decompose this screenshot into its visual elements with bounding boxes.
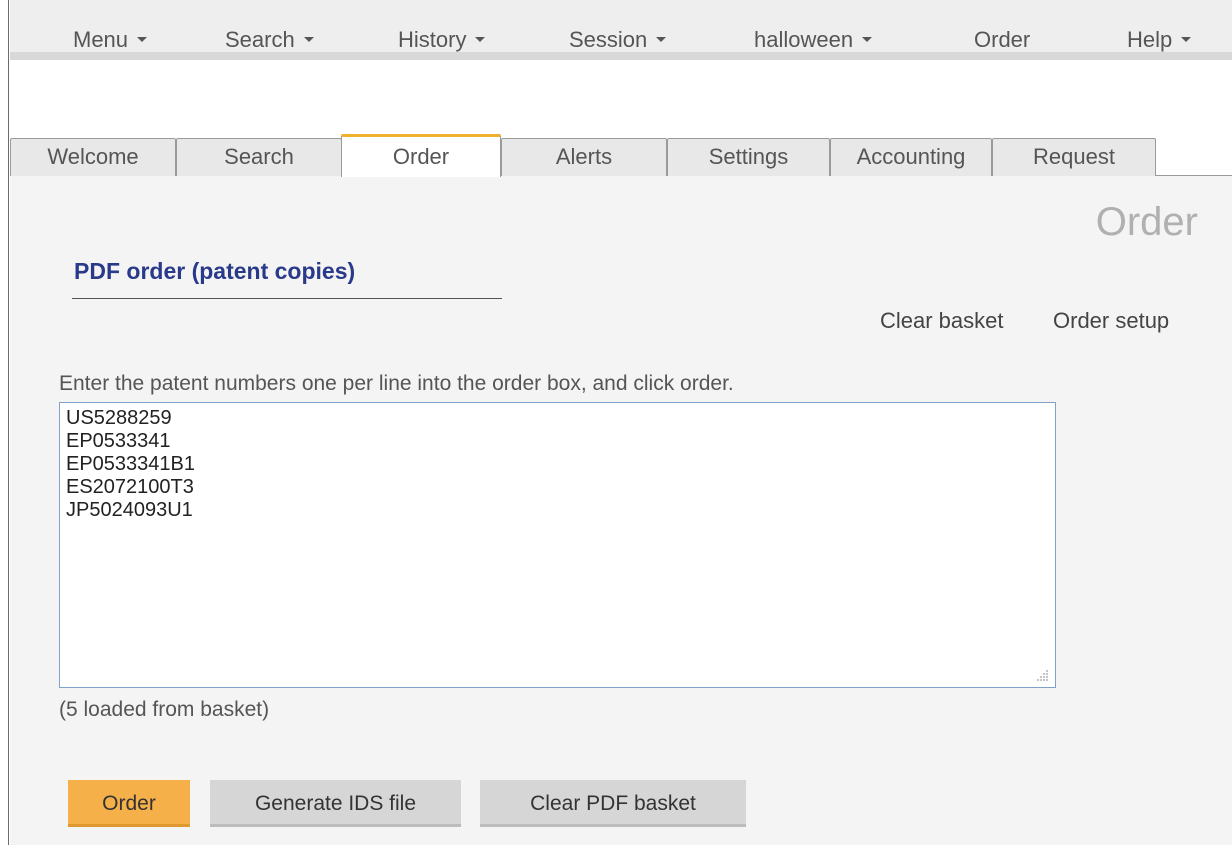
menu-item-label: History: [398, 27, 467, 52]
section-title: PDF order (patent copies): [74, 258, 356, 284]
menu-item-label: Menu: [73, 27, 129, 52]
tab-accounting[interactable]: Accounting: [830, 138, 992, 176]
resize-grip-icon[interactable]: [1037, 669, 1049, 681]
tab-alerts[interactable]: Alerts: [501, 138, 667, 176]
caret-down-icon: [862, 37, 873, 43]
top-menu-bar: Menu Search History Session halloween Or…: [10, 0, 1232, 68]
basket-loaded-note: (5 loaded from basket): [59, 698, 270, 721]
caret-down-icon: [656, 37, 667, 43]
tab-search[interactable]: Search: [176, 138, 342, 176]
order-line: EP0533341B1: [66, 453, 196, 475]
section-divider: [72, 298, 502, 299]
page-title: Order: [1095, 200, 1198, 244]
order-setup-link[interactable]: Order setup: [1053, 308, 1169, 334]
menu-item-label: Search: [225, 27, 295, 52]
tab-welcome[interactable]: Welcome: [10, 138, 176, 176]
order-panel: Order PDF order (patent copies) Clear ba…: [10, 176, 1232, 845]
order-line: EP0533341: [66, 430, 171, 452]
tab-request[interactable]: Request: [992, 138, 1156, 176]
menu-item-label: Order: [974, 27, 1031, 52]
order-button[interactable]: Order: [68, 780, 190, 827]
menu-item-menu[interactable]: Menu: [73, 27, 148, 53]
menu-item-help[interactable]: Help: [1127, 27, 1192, 53]
window-frame-left: [0, 0, 9, 845]
tab-bar: Welcome Search Order Alerts Settings Acc…: [10, 132, 1232, 177]
order-line: JP5024093U1: [66, 499, 193, 521]
patent-order-textarea[interactable]: US5288259 EP0533341 EP0533341B1 ES207210…: [59, 402, 1056, 688]
menu-item-history[interactable]: History: [398, 27, 486, 53]
menu-item-label: Session: [569, 27, 648, 52]
caret-down-icon: [303, 37, 314, 43]
menu-item-search[interactable]: Search: [225, 27, 314, 53]
caret-down-icon: [1181, 37, 1192, 43]
menu-item-halloween[interactable]: halloween: [754, 27, 873, 53]
menu-item-label: halloween: [754, 27, 854, 52]
order-line: ES2072100T3: [66, 476, 194, 498]
tab-settings[interactable]: Settings: [667, 138, 830, 176]
caret-down-icon: [137, 37, 148, 43]
generate-ids-button[interactable]: Generate IDS file: [210, 780, 461, 827]
order-line: US5288259: [66, 407, 172, 429]
menu-item-session[interactable]: Session: [569, 27, 667, 53]
tab-order[interactable]: Order: [341, 134, 501, 177]
menu-item-label: Help: [1127, 27, 1173, 52]
menu-item-order[interactable]: Order: [974, 27, 1030, 53]
order-instructions: Enter the patent numbers one per line in…: [59, 372, 734, 395]
clear-pdf-basket-button[interactable]: Clear PDF basket: [480, 780, 746, 827]
clear-basket-link[interactable]: Clear basket: [880, 308, 1004, 334]
caret-down-icon: [475, 37, 486, 43]
